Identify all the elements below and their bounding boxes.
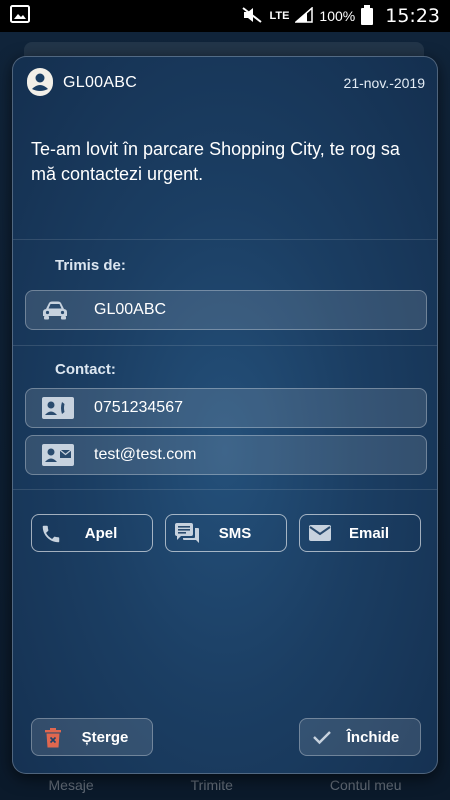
nav-item-messages: Mesaje (48, 777, 94, 793)
signal-icon (294, 5, 314, 26)
network-type-label: LTE (269, 10, 290, 22)
sms-button[interactable]: SMS (165, 514, 287, 552)
nav-item-send: Trimite (190, 777, 233, 793)
message-text: Te-am lovit în parcare Shopping City, te… (31, 139, 400, 184)
divider (13, 345, 437, 346)
check-icon (312, 728, 332, 751)
message-dialog: GL00ABC 21-nov.-2019 Te-am lovit în parc… (12, 56, 438, 774)
close-button[interactable]: Închide (299, 718, 421, 756)
person-icon (27, 67, 53, 99)
email-field[interactable]: test@test.com (25, 435, 427, 475)
contact-label: Contact: (55, 361, 116, 378)
sent-by-label: Trimis de: (55, 257, 126, 274)
message-date: 21-nov.-2019 (343, 75, 425, 91)
battery-icon (361, 4, 374, 28)
car-icon (42, 300, 82, 320)
divider (13, 489, 437, 490)
email-button[interactable]: Email (299, 514, 421, 552)
trash-icon (44, 728, 62, 753)
background-bottom-nav: Mesaje Trimite Contul meu (0, 770, 450, 800)
phone-icon (40, 523, 62, 550)
contact-phone-icon (42, 397, 82, 419)
dialog-header: GL00ABC 21-nov.-2019 (13, 57, 437, 109)
phone-value: 0751234567 (94, 399, 183, 416)
mute-icon (241, 6, 263, 27)
plate-title: GL00ABC (63, 74, 138, 91)
sent-by-field: GL00ABC (25, 290, 427, 330)
gallery-notification-icon (10, 4, 30, 28)
call-button[interactable]: Apel (31, 514, 153, 552)
phone-field[interactable]: 0751234567 (25, 388, 427, 428)
sent-by-value: GL00ABC (94, 301, 167, 318)
clock: 15:23 (385, 5, 440, 27)
envelope-icon (308, 523, 332, 548)
delete-button[interactable]: Șterge (31, 718, 153, 756)
nav-item-account: Contul meu (329, 777, 402, 793)
status-bar: LTE 100% 15:23 (0, 0, 450, 32)
contact-mail-icon (42, 444, 82, 466)
chat-icon (174, 523, 200, 550)
battery-level: 100% (319, 8, 356, 24)
avatar (27, 67, 53, 99)
divider (13, 239, 437, 240)
email-value: test@test.com (94, 446, 197, 463)
